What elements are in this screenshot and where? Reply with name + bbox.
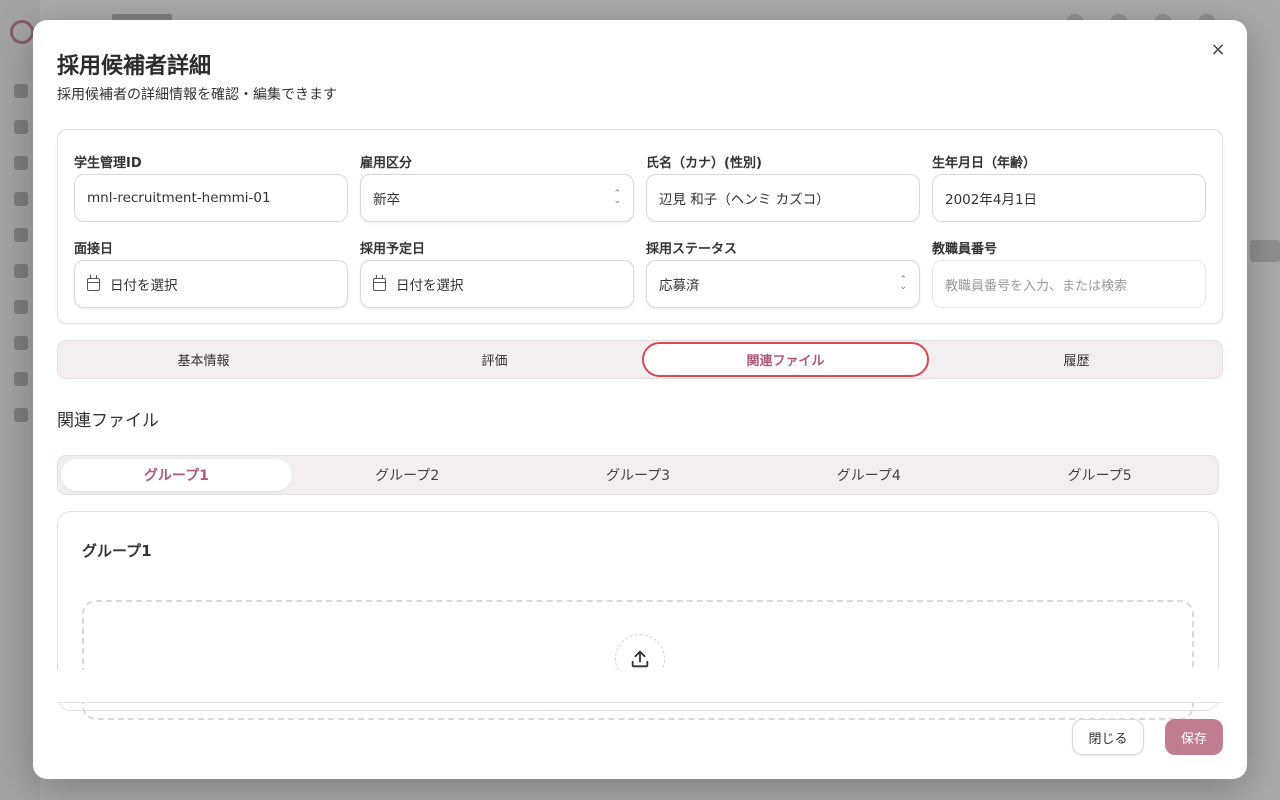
student-id-field: 学生管理ID mnl-recruitment-hemmi-01 bbox=[74, 152, 348, 222]
tab-label: 関連ファイル bbox=[746, 354, 825, 369]
student-id-input[interactable]: mnl-recruitment-hemmi-01 bbox=[74, 174, 348, 222]
group-card-title: グループ1 bbox=[82, 542, 152, 560]
close-icon[interactable]: × bbox=[1207, 38, 1229, 60]
footer-divider bbox=[57, 702, 1223, 703]
sidebar-icon bbox=[14, 336, 28, 350]
footer-area bbox=[33, 670, 1247, 703]
candidate-detail-modal: × 採用候補者詳細 採用候補者の詳細情報を確認・編集できます 学生管理ID mn… bbox=[33, 20, 1247, 779]
tab-history[interactable]: 履歴 bbox=[931, 341, 1222, 378]
name-field: 氏名（カナ）(性別) 辺見 和子（ヘンミ カズコ） bbox=[646, 152, 920, 222]
chevron-up-down-icon: ⌃ ⌄ bbox=[899, 275, 907, 292]
sidebar-icon bbox=[14, 372, 28, 386]
interview-date-picker[interactable]: 日付を選択 bbox=[74, 260, 348, 308]
employment-type-field: 雇用区分 新卒 ⌃ ⌄ bbox=[360, 152, 634, 222]
calendar-icon bbox=[373, 274, 386, 291]
group-tab-1[interactable]: グループ1 bbox=[61, 459, 292, 491]
tab-related-files[interactable]: 関連ファイル bbox=[640, 341, 931, 378]
group-tab-2[interactable]: グループ2 bbox=[292, 459, 523, 491]
select-value: 新卒 bbox=[373, 192, 400, 208]
sidebar-icon bbox=[14, 228, 28, 242]
field-label: 採用ステータス bbox=[646, 242, 738, 257]
group-tab-4[interactable]: グループ4 bbox=[753, 459, 984, 491]
tab-evaluation[interactable]: 評価 bbox=[349, 341, 640, 378]
hire-date-picker[interactable]: 日付を選択 bbox=[360, 260, 634, 308]
candidate-info-card: 学生管理ID mnl-recruitment-hemmi-01 雇用区分 新卒 … bbox=[57, 129, 1223, 324]
tab-label: 評価 bbox=[481, 354, 508, 369]
save-button[interactable]: 保存 bbox=[1165, 719, 1223, 755]
date-placeholder: 日付を選択 bbox=[396, 278, 464, 294]
sidebar-icon bbox=[14, 120, 28, 134]
date-placeholder: 日付を選択 bbox=[110, 278, 178, 294]
sidebar-icon bbox=[14, 300, 28, 314]
field-label: 雇用区分 bbox=[360, 156, 413, 171]
field-label: 生年月日（年齢） bbox=[932, 156, 1037, 171]
field-label: 面接日 bbox=[74, 242, 114, 257]
birthdate-input[interactable]: 2002年4月1日 bbox=[932, 174, 1206, 222]
group-tabs: グループ1 グループ2 グループ3 グループ4 グループ5 bbox=[57, 455, 1219, 495]
status-field: 採用ステータス 応募済 ⌃ ⌄ bbox=[646, 238, 920, 308]
sidebar-icon bbox=[14, 84, 28, 98]
modal-title: 採用候補者詳細 bbox=[57, 54, 212, 79]
staff-number-field: 教職員番号 教職員番号を入力、または検索 bbox=[932, 238, 1206, 308]
field-label: 採用予定日 bbox=[360, 242, 426, 257]
chevron-up-down-icon: ⌃ ⌄ bbox=[613, 189, 621, 206]
status-select[interactable]: 応募済 ⌃ ⌄ bbox=[646, 260, 920, 308]
tab-basic-info[interactable]: 基本情報 bbox=[58, 341, 349, 378]
modal-subtitle: 採用候補者の詳細情報を確認・編集できます bbox=[57, 87, 337, 103]
sidebar-icon bbox=[14, 264, 28, 278]
close-button[interactable]: 閉じる bbox=[1072, 719, 1144, 755]
name-input[interactable]: 辺見 和子（ヘンミ カズコ） bbox=[646, 174, 920, 222]
sidebar-icon bbox=[14, 408, 28, 422]
interview-date-field: 面接日 日付を選択 bbox=[74, 238, 348, 308]
group-tab-3[interactable]: グループ3 bbox=[523, 459, 754, 491]
hire-date-field: 採用予定日 日付を選択 bbox=[360, 238, 634, 308]
field-label: 学生管理ID bbox=[74, 156, 142, 171]
group-tab-5[interactable]: グループ5 bbox=[984, 459, 1215, 491]
field-label: 教職員番号 bbox=[932, 242, 998, 257]
detail-tabs: 基本情報 評価 関連ファイル 履歴 bbox=[57, 340, 1223, 379]
sidebar-icon bbox=[14, 192, 28, 206]
calendar-icon bbox=[87, 274, 100, 291]
section-title: 関連ファイル bbox=[57, 411, 159, 431]
app-logo-icon bbox=[10, 20, 34, 44]
background-element bbox=[1250, 240, 1280, 262]
select-value: 応募済 bbox=[659, 278, 700, 294]
staff-number-input[interactable]: 教職員番号を入力、または検索 bbox=[932, 260, 1206, 308]
sidebar-icon bbox=[14, 156, 28, 170]
employment-type-select[interactable]: 新卒 ⌃ ⌄ bbox=[360, 174, 634, 222]
tab-label: 基本情報 bbox=[177, 354, 230, 369]
tab-label: 履歴 bbox=[1063, 354, 1090, 369]
field-label: 氏名（カナ）(性別) bbox=[646, 156, 762, 171]
birthdate-field: 生年月日（年齢） 2002年4月1日 bbox=[932, 152, 1206, 222]
